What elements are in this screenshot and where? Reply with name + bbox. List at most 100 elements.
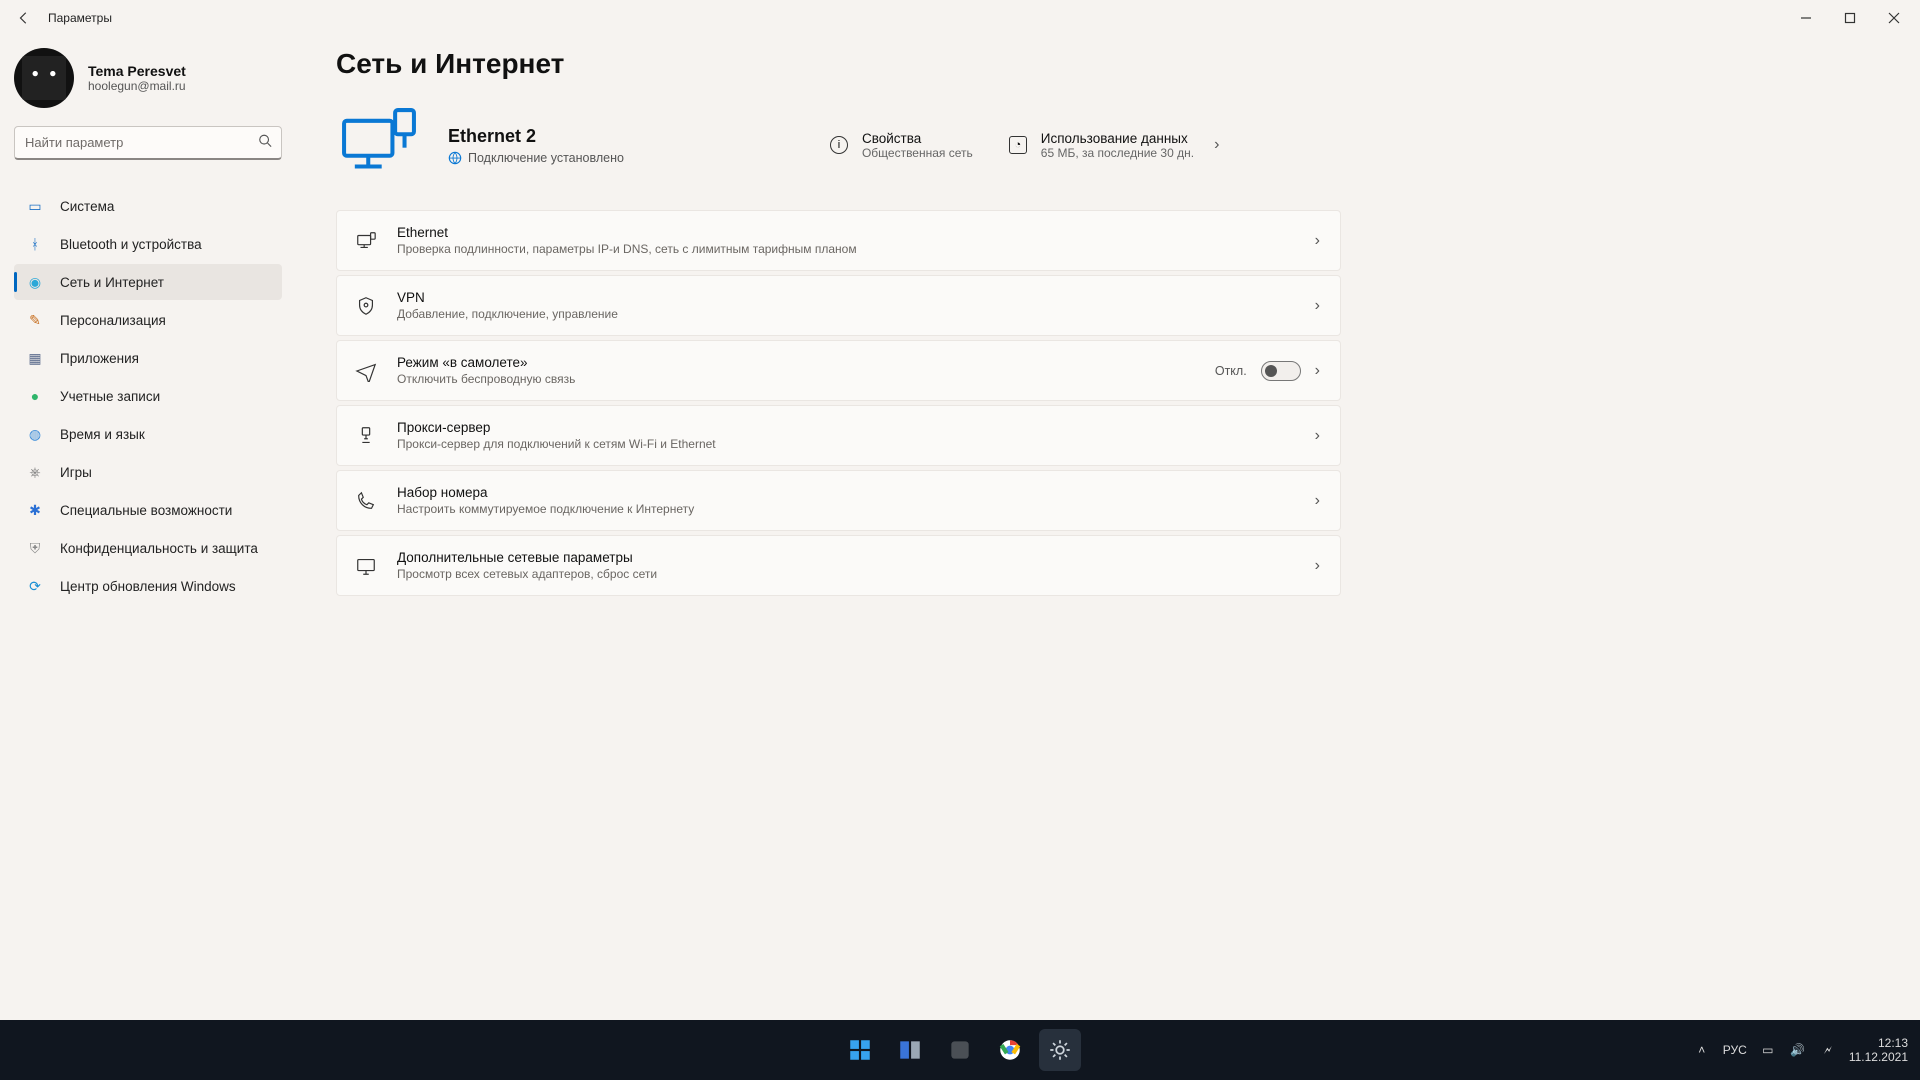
connection-name: Ethernet 2	[448, 126, 624, 147]
settings-list: Ethernet Проверка подлинности, параметры…	[336, 210, 1341, 596]
network-hero: Ethernet 2 Подключение установлено i Сво…	[336, 102, 1736, 188]
tray-language[interactable]: РУС	[1723, 1043, 1747, 1057]
globe-icon: ◍	[26, 425, 44, 443]
sidebar-item-time-language[interactable]: ◍ Время и язык	[14, 416, 282, 452]
sidebar-item-apps[interactable]: ▦ Приложения	[14, 340, 282, 376]
avatar	[14, 48, 74, 108]
close-button[interactable]	[1872, 0, 1916, 36]
row-advanced[interactable]: Дополнительные сетевые параметры Просмот…	[336, 535, 1341, 596]
update-icon: ⟳	[26, 577, 44, 595]
person-icon: ●	[26, 387, 44, 405]
task-view-button[interactable]	[889, 1029, 931, 1071]
globe-status-icon	[448, 151, 462, 165]
taskbar-app-1[interactable]	[939, 1029, 981, 1071]
sidebar-item-accounts[interactable]: ● Учетные записи	[14, 378, 282, 414]
sidebar-item-label: Приложения	[60, 351, 139, 366]
paintbrush-icon: ✎	[26, 311, 44, 329]
sidebar-item-label: Сеть и Интернет	[60, 275, 164, 290]
close-icon	[1888, 12, 1900, 24]
row-title: Дополнительные сетевые параметры	[397, 550, 1295, 565]
row-title: VPN	[397, 290, 1295, 305]
chevron-right-icon: ›	[1315, 492, 1320, 510]
chevron-right-icon: ›	[1315, 297, 1320, 315]
row-airplane[interactable]: Режим «в самолете» Отключить беспроводну…	[336, 340, 1341, 401]
window-title: Параметры	[48, 11, 112, 25]
tray-time: 12:13	[1849, 1036, 1908, 1050]
sidebar-item-gaming[interactable]: ⎈ Игры	[14, 454, 282, 490]
sidebar-item-label: Специальные возможности	[60, 503, 232, 518]
sidebar-item-label: Время и язык	[60, 427, 145, 442]
row-subtitle: Просмотр всех сетевых адаптеров, сброс с…	[397, 567, 1295, 581]
sidebar-item-system[interactable]: ▭ Система	[14, 188, 282, 224]
apps-icon: ▦	[26, 349, 44, 367]
chevron-right-icon: ›	[1315, 362, 1320, 380]
chevron-right-icon: ›	[1315, 427, 1320, 445]
row-proxy[interactable]: Прокси-сервер Прокси-сервер для подключе…	[336, 405, 1341, 466]
taskbar-settings[interactable]	[1039, 1029, 1081, 1071]
row-vpn[interactable]: VPN Добавление, подключение, управление …	[336, 275, 1341, 336]
bluetooth-icon: ᚼ	[26, 235, 44, 253]
sidebar-item-label: Персонализация	[60, 313, 166, 328]
properties-title: Свойства	[862, 131, 973, 146]
proxy-icon	[355, 425, 377, 447]
tray-date: 11.12.2021	[1849, 1050, 1908, 1064]
sidebar-item-personalization[interactable]: ✎ Персонализация	[14, 302, 282, 338]
row-dialup[interactable]: Набор номера Настроить коммутируемое под…	[336, 470, 1341, 531]
taskbar-chrome[interactable]	[989, 1029, 1031, 1071]
tray-clock[interactable]: 12:13 11.12.2021	[1849, 1036, 1908, 1064]
row-title: Режим «в самолете»	[397, 355, 1195, 370]
task-view-icon	[897, 1037, 923, 1063]
titlebar: Параметры	[0, 0, 1920, 36]
account-block[interactable]: Tema Peresvet hoolegun@mail.ru	[14, 44, 282, 126]
sidebar-item-privacy[interactable]: ⛨ Конфиденциальность и защита	[14, 530, 282, 566]
main-content: Сеть и Интернет Ethernet 2 Подключение у…	[296, 36, 1776, 1020]
connection-status: Подключение установлено	[448, 151, 624, 165]
minimize-button[interactable]	[1784, 0, 1828, 36]
chevron-right-icon: ›	[1315, 557, 1320, 575]
airplane-toggle[interactable]	[1261, 361, 1301, 381]
gear-icon	[1047, 1037, 1073, 1063]
accessibility-icon: ✱	[26, 501, 44, 519]
properties-link[interactable]: i Свойства Общественная сеть	[830, 131, 973, 160]
wifi-icon: ◉	[26, 273, 44, 291]
data-usage-icon: ◔	[1009, 136, 1027, 154]
sidebar-item-label: Игры	[60, 465, 92, 480]
properties-subtitle: Общественная сеть	[862, 146, 973, 160]
system-tray: ˄ РУС ▭ 🔊 🗲 12:13 11.12.2021	[1693, 1036, 1920, 1064]
page-title: Сеть и Интернет	[336, 48, 1736, 80]
row-ethernet[interactable]: Ethernet Проверка подлинности, параметры…	[336, 210, 1341, 271]
row-subtitle: Прокси-сервер для подключений к сетям Wi…	[397, 437, 1295, 451]
chevron-right-icon: ›	[1214, 136, 1219, 154]
sidebar-item-network[interactable]: ◉ Сеть и Интернет	[14, 264, 282, 300]
row-title: Набор номера	[397, 485, 1295, 500]
sidebar-item-windows-update[interactable]: ⟳ Центр обновления Windows	[14, 568, 282, 604]
sidebar-item-accessibility[interactable]: ✱ Специальные возможности	[14, 492, 282, 528]
connection-status-text: Подключение установлено	[468, 151, 624, 165]
data-usage-link[interactable]: ◔ Использование данных 65 МБ, за последн…	[1009, 131, 1220, 160]
shield-icon: ⛨	[26, 539, 44, 557]
battery-tray-icon[interactable]: 🗲	[1819, 1041, 1837, 1059]
chrome-icon	[997, 1037, 1023, 1063]
search-input[interactable]	[14, 126, 282, 160]
data-usage-subtitle: 65 МБ, за последние 30 дн.	[1041, 146, 1194, 160]
sidebar-item-bluetooth[interactable]: ᚼ Bluetooth и устройства	[14, 226, 282, 262]
minimize-icon	[1800, 12, 1812, 24]
windows-icon	[847, 1037, 873, 1063]
airplane-icon	[355, 360, 377, 382]
maximize-button[interactable]	[1828, 0, 1872, 36]
volume-tray-icon[interactable]: 🔊	[1789, 1041, 1807, 1059]
row-subtitle: Добавление, подключение, управление	[397, 307, 1295, 321]
monitor-gear-icon	[355, 555, 377, 577]
sidebar-item-label: Система	[60, 199, 114, 214]
shield-lock-icon	[355, 295, 377, 317]
account-email: hoolegun@mail.ru	[88, 79, 186, 93]
search-icon	[258, 134, 272, 153]
start-button[interactable]	[839, 1029, 881, 1071]
sidebar: Tema Peresvet hoolegun@mail.ru ▭ Система…	[0, 36, 296, 1020]
ethernet-computer-icon	[336, 102, 422, 188]
back-button[interactable]	[4, 11, 44, 25]
nav: ▭ Система ᚼ Bluetooth и устройства ◉ Сет…	[14, 188, 282, 604]
row-title: Прокси-сервер	[397, 420, 1295, 435]
tray-chevron-up-icon[interactable]: ˄	[1693, 1041, 1711, 1059]
network-tray-icon[interactable]: ▭	[1759, 1041, 1777, 1059]
